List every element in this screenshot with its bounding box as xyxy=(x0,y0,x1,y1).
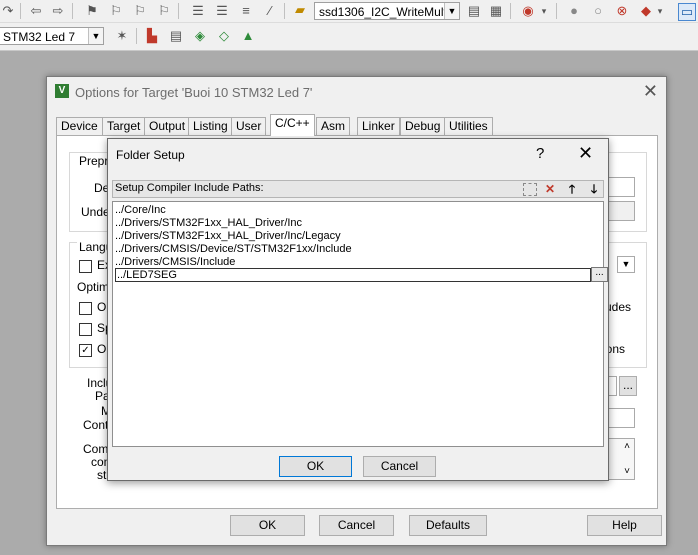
find-combo[interactable]: ssd1306_I2C_WriteMulti ▼ xyxy=(314,2,460,20)
chevron-down-icon[interactable]: ▾ xyxy=(652,3,668,19)
open-file-icon[interactable]: ▰ xyxy=(292,2,308,18)
unindent-icon[interactable]: ☰ xyxy=(214,3,230,19)
one-elf-checkbox[interactable]: ✓ xyxy=(79,344,92,357)
uncomment-icon[interactable]: ⁄ xyxy=(262,3,278,19)
warnings-dropdown[interactable]: ▼ xyxy=(617,256,635,273)
folder-setup-cancel-button[interactable]: Cancel xyxy=(363,456,436,477)
window-icon[interactable]: ▭ xyxy=(678,3,696,21)
close-icon[interactable]: ✕ xyxy=(643,81,658,102)
dialog-title: Options for Target 'Buoi 10 STM32 Led 7' xyxy=(75,85,313,100)
bookmark-icon[interactable]: ⚑ xyxy=(84,3,100,19)
target-select[interactable]: STM32 Led 7 ▼ xyxy=(0,27,104,45)
misc-controls-input[interactable] xyxy=(607,408,635,428)
close-icon[interactable]: ✕ xyxy=(578,143,593,164)
manage-project-icon[interactable]: ▙ xyxy=(144,28,160,44)
include-paths-header-label: Setup Compiler Include Paths: xyxy=(115,182,264,194)
indent-icon[interactable]: ☰ xyxy=(190,3,206,19)
undefine-input[interactable] xyxy=(607,201,635,221)
find-combo-value: ssd1306_I2C_WriteMulti xyxy=(319,5,450,19)
target-options-icon[interactable]: ✶ xyxy=(114,28,130,44)
pack-installer-icon[interactable]: ◇ xyxy=(216,28,232,44)
disable-breakpoint-icon[interactable]: ○ xyxy=(590,3,606,19)
browse-folder-button[interactable]: ... xyxy=(591,267,608,282)
file-extensions-icon[interactable]: ▤ xyxy=(168,28,184,44)
include-paths-header: Setup Compiler Include Paths: ✕ 🡑 🡓 xyxy=(112,180,604,198)
comment-icon[interactable]: ≡ xyxy=(238,3,254,19)
tab-cpp[interactable]: C/C++ xyxy=(270,114,315,136)
kill-breakpoints-icon[interactable]: ⊗ xyxy=(614,3,630,19)
clear-bookmarks-icon[interactable]: ⚐ xyxy=(156,3,172,19)
tab-asm[interactable]: Asm xyxy=(316,117,350,135)
list-item[interactable]: ../Core/Inc xyxy=(115,204,166,217)
forward-icon[interactable]: ⇨ xyxy=(50,3,66,19)
tab-debug[interactable]: Debug xyxy=(400,117,446,135)
back-icon[interactable]: ⇦ xyxy=(28,3,44,19)
chevron-down-icon[interactable]: ▾ xyxy=(536,3,552,19)
select-software-packs-icon[interactable]: ▲ xyxy=(240,28,256,44)
chevron-down-icon[interactable]: ▼ xyxy=(444,3,459,19)
folder-setup-ok-button[interactable]: OK xyxy=(279,456,352,477)
prev-bookmark-icon[interactable]: ⚐ xyxy=(108,3,124,19)
delete-icon[interactable]: ✕ xyxy=(541,182,559,196)
chevron-down-icon[interactable]: ▼ xyxy=(88,28,103,44)
list-item[interactable]: ../Drivers/STM32F1xx_HAL_Driver/Inc/Lega… xyxy=(115,230,341,243)
scroll-down-icon[interactable]: ˅ xyxy=(624,466,630,477)
optimize-time-checkbox[interactable] xyxy=(79,302,92,315)
execute-only-checkbox[interactable] xyxy=(79,260,92,273)
keil-logo-icon: V xyxy=(55,84,69,98)
find-in-files-icon[interactable]: ▤ xyxy=(466,3,482,19)
tab-linker[interactable]: Linker xyxy=(357,117,400,135)
tab-user[interactable]: User xyxy=(231,117,267,135)
tab-device[interactable]: Device xyxy=(56,117,103,135)
incremental-find-icon[interactable]: ▦ xyxy=(488,3,504,19)
build-toolbar: STM32 Led 7 ▼ ✶ ▙ ▤ ◈ ◇ ▲ xyxy=(0,23,698,51)
split-sections-checkbox[interactable] xyxy=(79,323,92,336)
tab-output[interactable]: Output xyxy=(144,117,191,135)
folder-setup-title: Folder Setup xyxy=(116,148,185,162)
ok-button[interactable]: OK xyxy=(230,515,305,536)
folder-setup-dialog: Folder Setup ? ✕ Setup Compiler Include … xyxy=(107,138,609,481)
next-bookmark-icon[interactable]: ⚐ xyxy=(132,3,148,19)
help-icon[interactable]: ? xyxy=(536,145,544,162)
main-toolbar: ↷ ⇦ ⇨ ⚑ ⚐ ⚐ ⚐ ☰ ☰ ≡ ⁄ ▰ ssd1306_I2C_Writ… xyxy=(0,0,698,23)
move-up-icon[interactable]: 🡑 xyxy=(563,182,581,196)
help-button[interactable]: Help xyxy=(587,515,662,536)
include-paths-browse-button[interactable]: ... xyxy=(619,376,637,396)
debug-session-icon[interactable]: ◉ xyxy=(520,3,536,19)
tab-utilities[interactable]: Utilities xyxy=(444,117,493,135)
breakpoint-icon[interactable]: ● xyxy=(566,3,582,19)
new-item-icon[interactable] xyxy=(523,183,537,196)
run-environment-icon[interactable]: ◈ xyxy=(192,28,208,44)
cancel-button[interactable]: Cancel xyxy=(319,515,394,536)
target-select-value: STM32 Led 7 xyxy=(3,30,76,44)
tab-target[interactable]: Target xyxy=(102,117,146,135)
redo-icon[interactable]: ↷ xyxy=(0,3,16,19)
list-item[interactable]: ../Drivers/CMSIS/Device/ST/STM32F1xx/Inc… xyxy=(115,243,352,256)
defaults-button[interactable]: Defaults xyxy=(409,515,487,536)
tab-listing[interactable]: Listing xyxy=(188,117,233,135)
scroll-up-icon[interactable]: ˄ xyxy=(624,441,630,452)
list-item[interactable]: ../Drivers/STM32F1xx_HAL_Driver/Inc xyxy=(115,217,302,230)
path-edit-input[interactable]: ../LED7SEG xyxy=(115,268,591,282)
move-down-icon[interactable]: 🡓 xyxy=(585,182,603,196)
define-input[interactable] xyxy=(607,177,635,197)
compiler-control-text: ˄ ˅ xyxy=(607,438,635,480)
include-paths-list[interactable]: ../Core/Inc ../Drivers/STM32F1xx_HAL_Dri… xyxy=(112,201,608,447)
